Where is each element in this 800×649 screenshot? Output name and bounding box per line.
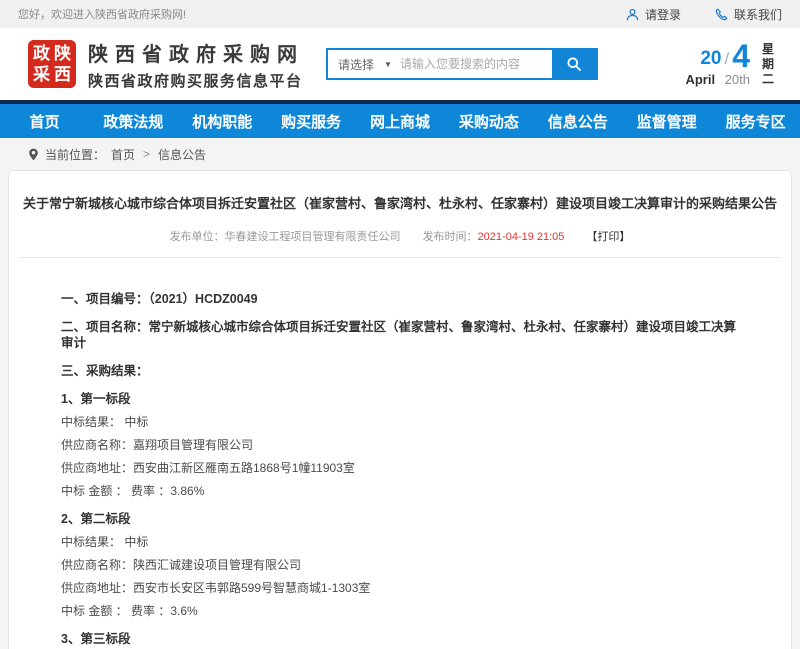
date-day-ordinal: 20th xyxy=(725,72,750,87)
article-line: 供应商名称：嘉翔项目管理有限公司 xyxy=(61,437,739,453)
date-weekday: 星期二 xyxy=(762,42,776,87)
article-line: 中标 金额 ： 费率 ：3.86% xyxy=(61,483,739,499)
search-button[interactable] xyxy=(552,50,596,78)
article-section-heading: 一、项目编号：（2021）HCDZ0049 xyxy=(61,291,739,307)
date-month-number: 4 xyxy=(732,42,750,70)
article-line: 供应商地址：西安市长安区韦郭路599号智慧商城1-1303室 xyxy=(61,580,739,596)
login-link[interactable]: 请登录 xyxy=(626,6,681,23)
main-nav: 首页政策法规机构职能购买服务网上商城采购动态信息公告监督管理服务专区 xyxy=(0,100,800,138)
article-section-heading: 三、采购结果： xyxy=(61,363,739,379)
nav-item-3[interactable]: 购买服务 xyxy=(267,104,356,138)
date-separator: / xyxy=(724,48,729,70)
top-utility-bar: 您好，欢迎进入陕西省政府采购网! 请登录 联系我们 xyxy=(0,0,800,28)
publish-time-value: 2021-04-19 21:05 xyxy=(478,231,565,243)
logo-char: 政 xyxy=(33,44,50,64)
article-meta: 发布单位：华春建设工程项目管理有限责任公司 发布时间：2021-04-19 21:… xyxy=(9,228,791,244)
search-category-value: 请选择 xyxy=(338,56,374,73)
nav-item-1[interactable]: 政策法规 xyxy=(89,104,178,138)
user-icon xyxy=(626,8,639,21)
contact-label: 联系我们 xyxy=(734,6,782,23)
site-logo[interactable]: 政 陕 采 西 xyxy=(28,40,76,88)
breadcrumb-prefix: 当前位置： xyxy=(45,146,105,163)
nav-item-4[interactable]: 网上商城 xyxy=(356,104,445,138)
site-header: 政 陕 采 西 陕西省政府采购网 陕西省政府购买服务信息平台 请选择 ▼ 20 … xyxy=(0,28,800,100)
print-button[interactable]: 【打印】 xyxy=(586,231,630,243)
search-icon xyxy=(566,56,582,72)
date-month-name: April xyxy=(685,72,715,87)
breadcrumb: 当前位置： 首页 > 信息公告 xyxy=(0,138,800,170)
article-body: 一、项目编号：（2021）HCDZ0049 二、项目名称：常宁新城核心城市综合体项… xyxy=(9,258,791,649)
article-section-heading: 2、第二标段 xyxy=(61,511,739,527)
search-bar: 请选择 ▼ xyxy=(326,48,598,80)
article-line: 供应商名称：陕西汇诚建设项目管理有限公司 xyxy=(61,557,739,573)
date-widget: 20 / 4 April 20th 星期二 xyxy=(685,42,784,87)
article-line: 供应商地址：西安曲江新区雁南五路1868号1幢11903室 xyxy=(61,460,739,476)
location-pin-icon xyxy=(28,148,39,161)
phone-icon xyxy=(715,8,728,21)
logo-char: 陕 xyxy=(54,44,71,64)
logo-char: 采 xyxy=(33,65,50,85)
logo-char: 西 xyxy=(54,65,71,85)
announcement-card: 关于常宁新城核心城市综合体项目拆迁安置社区（崔家营村、鲁家湾村、杜永村、任家寨村… xyxy=(8,170,792,649)
article-line: 中标结果： 中标 xyxy=(61,534,739,550)
chevron-down-icon: ▼ xyxy=(384,60,392,69)
breadcrumb-home-link[interactable]: 首页 xyxy=(111,146,135,163)
date-day: 20 xyxy=(700,48,721,70)
topbar-links: 请登录 联系我们 xyxy=(626,6,782,23)
nav-item-5[interactable]: 采购动态 xyxy=(444,104,533,138)
article-section-heading: 二、项目名称：常宁新城核心城市综合体项目拆迁安置社区（崔家营村、鲁家湾村、杜永村… xyxy=(61,319,739,351)
breadcrumb-separator: > xyxy=(143,147,150,161)
nav-item-0[interactable]: 首页 xyxy=(0,104,89,138)
contact-link[interactable]: 联系我们 xyxy=(715,6,782,23)
nav-item-6[interactable]: 信息公告 xyxy=(533,104,622,138)
breadcrumb-current: 信息公告 xyxy=(158,146,206,163)
login-label: 请登录 xyxy=(645,6,681,23)
site-subtitle: 陕西省政府购买服务信息平台 xyxy=(88,70,304,91)
date-main: 20 / 4 April 20th xyxy=(685,42,750,87)
page-title: 关于常宁新城核心城市综合体项目拆迁安置社区（崔家营村、鲁家湾村、杜永村、任家寨村… xyxy=(9,171,791,213)
article-line: 中标结果： 中标 xyxy=(61,414,739,430)
search-category-select[interactable]: 请选择 ▼ xyxy=(328,50,400,78)
article-section-heading: 3、第三标段 xyxy=(61,631,739,647)
nav-item-8[interactable]: 服务专区 xyxy=(711,104,800,138)
site-name: 陕西省政府采购网 xyxy=(88,38,304,67)
article-section-heading: 1、第一标段 xyxy=(61,391,739,407)
welcome-text: 您好，欢迎进入陕西省政府采购网! xyxy=(18,6,186,22)
article-line: 中标 金额 ： 费率 ：3.6% xyxy=(61,603,739,619)
nav-item-7[interactable]: 监督管理 xyxy=(622,104,711,138)
publisher-value: 华春建设工程项目管理有限责任公司 xyxy=(225,231,401,243)
publisher-label: 发布单位： xyxy=(170,231,225,243)
nav-item-2[interactable]: 机构职能 xyxy=(178,104,267,138)
publish-time-label: 发布时间： xyxy=(423,231,478,243)
search-input[interactable] xyxy=(400,50,552,78)
site-titles: 陕西省政府采购网 陕西省政府购买服务信息平台 xyxy=(88,38,304,91)
